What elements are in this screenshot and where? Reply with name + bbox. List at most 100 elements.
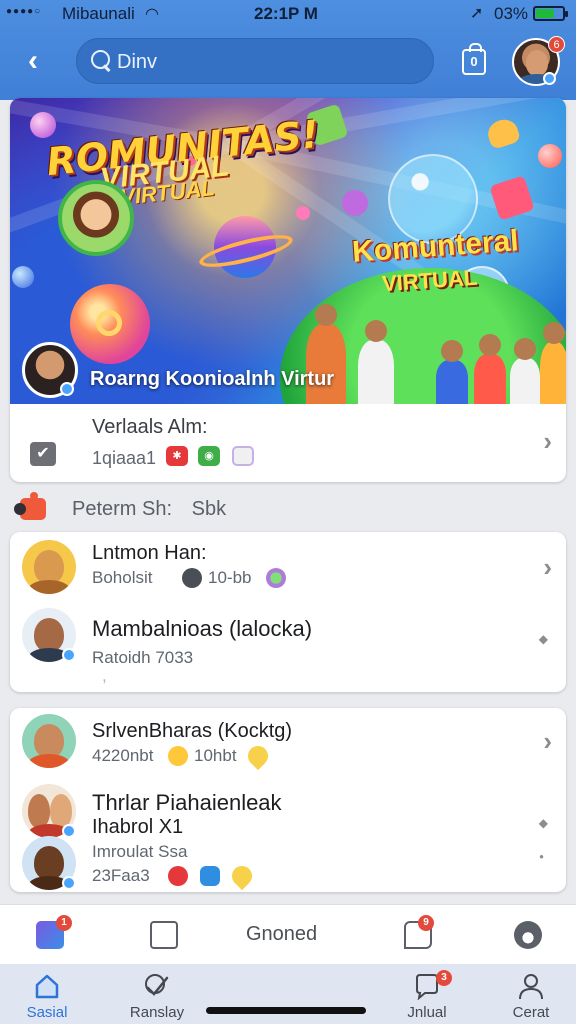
list-item-extra: , (102, 666, 107, 685)
avatar-face (34, 846, 64, 880)
action-label[interactable]: Gnoned (246, 923, 317, 946)
notification-badge: 3 (436, 970, 452, 986)
home-icon (33, 972, 61, 1000)
section-title: Peterm Sh: Sbk (72, 498, 227, 520)
bubble-icon (12, 266, 34, 288)
person-icon (517, 972, 545, 1000)
avatar (22, 714, 76, 768)
list-item[interactable]: SrlvenBharas (Kocktg) 4220nbt 10hbt › (10, 708, 566, 778)
carrier-name: Mibaunali (62, 4, 135, 23)
list-item[interactable]: Thrlar Piahaienleak Ihabrol X1 Imroulat … (10, 780, 566, 892)
chevron-right-icon[interactable]: › (543, 726, 552, 757)
person-figure (474, 334, 506, 404)
avatar-face (28, 794, 50, 828)
banner-sign: Komunteral (351, 224, 520, 269)
tab-label: Cerat (512, 1004, 550, 1021)
tab-ranking[interactable]: Ranslay (112, 964, 202, 1024)
check-badge-icon (143, 972, 171, 1000)
bottom-tab-bar: Sasial Ranslay 3 Jnlual Cerat (0, 964, 576, 1024)
action-bar: 1 Gnoned 9 (0, 904, 576, 964)
avatar-face (50, 794, 72, 828)
list-item[interactable]: Mambalnioas (lalocka) Ratoidh 7033 , ◆ (10, 604, 566, 692)
battery-percent: 03% (494, 4, 529, 23)
tab-create[interactable]: Cerat (486, 964, 576, 1024)
more-dot-icon[interactable]: ● (539, 852, 544, 861)
avatar-face (34, 618, 64, 652)
verified-icon (62, 824, 76, 838)
ring-icon (96, 310, 122, 336)
document-icon[interactable] (150, 921, 178, 949)
bag-icon[interactable]: 0 (462, 43, 486, 75)
status-time: 22:1P M (254, 4, 318, 23)
chat-icon: ◉ (198, 446, 220, 466)
reaction-count: 10-bb (208, 568, 252, 587)
notification-badge: 6 (548, 36, 565, 53)
list-item-meta: 23Faa3 (92, 866, 150, 885)
list-item[interactable]: Lntmon Han: Boholsit 10-bb › (10, 532, 566, 604)
list-item-subtitle: 4220nbt (92, 746, 154, 765)
tab-label: Sasial (26, 1004, 68, 1021)
location-arrow-icon: ➚ (470, 5, 484, 22)
info-title: Verlaals Alm: (92, 416, 208, 438)
app-header: ●●●●○ Mibaunali ◠ 22:1P M ➚ 03% ‹ Dinv 0… (0, 0, 576, 100)
list-item-title: Thrlar Piahaienleak (92, 790, 282, 815)
chevron-right-icon[interactable]: › (543, 552, 552, 583)
avatar-face (34, 724, 64, 758)
game-piece-icon (484, 116, 522, 150)
avatar-body (28, 754, 70, 768)
notification-badge: 9 (418, 915, 434, 931)
avatar (22, 540, 76, 594)
reaction-count: 10hbt (194, 746, 237, 765)
verified-icon (62, 876, 76, 890)
notification-badge: 1 (56, 915, 72, 931)
member-list-card: SrlvenBharas (Kocktg) 4220nbt 10hbt › Th… (10, 708, 566, 892)
tab-label: Jnlual (407, 1004, 447, 1021)
flag-icon: ✱ (166, 446, 188, 466)
media-icon (232, 446, 254, 466)
person-figure (358, 320, 394, 404)
verified-icon (62, 648, 76, 662)
signal-icon: ●●●●○ (6, 6, 42, 17)
avatar-face (34, 550, 64, 584)
profile-circle-icon[interactable] (514, 921, 542, 949)
list-item-title: SrlvenBharas (Kocktg) (92, 720, 293, 742)
search-icon (89, 49, 113, 73)
wifi-icon: ◠ (145, 6, 159, 23)
chevron-right-icon[interactable]: › (543, 426, 552, 457)
community-info-row[interactable]: ✔ Verlaals Alm: 1qiaaa1 ✱ ◉ › (10, 404, 566, 482)
community-banner-card[interactable]: ROMUNITAS! VIRTUAL VIRTUAL Komunteral VI… (10, 98, 566, 482)
avatar-body (28, 580, 70, 594)
back-chevron-icon[interactable]: ‹ (16, 44, 50, 78)
list-item-subtitle: Imroulat Ssa (92, 842, 188, 861)
heart-icon (243, 741, 273, 771)
tab-journal[interactable]: 3 Jnlual (382, 964, 472, 1024)
heart-icon (266, 568, 286, 588)
bubble-icon (30, 112, 56, 138)
list-item-title: Lntmon Han: (92, 542, 207, 564)
bubble-icon (538, 144, 562, 168)
tab-social[interactable]: Sasial (2, 964, 92, 1024)
angry-icon (168, 866, 188, 886)
person-figure (510, 338, 540, 404)
verified-icon (60, 382, 74, 396)
more-dot-icon[interactable]: ◆ (539, 632, 548, 646)
person-figure (306, 304, 346, 404)
community-name: Roarng Koonioalnh Virtur (90, 368, 335, 390)
person-figure (436, 340, 468, 404)
status-bar: ●●●●○ Mibaunali ◠ 22:1P M ➚ 03% (0, 0, 576, 28)
crowd-illustration (296, 274, 566, 404)
heart-icon (227, 861, 257, 891)
search-input[interactable]: Dinv (76, 38, 434, 84)
more-dot-icon[interactable]: ◆ (539, 816, 548, 830)
member-list-card: Lntmon Han: Boholsit 10-bb › Mambalnioas… (10, 532, 566, 692)
search-query: Dinv (117, 51, 158, 73)
home-indicator[interactable] (206, 1007, 366, 1014)
share-icon (200, 866, 220, 886)
banner-image: ROMUNITAS! VIRTUAL VIRTUAL Komunteral VI… (10, 98, 566, 404)
verified-icon (543, 72, 556, 85)
list-item-title: Mambalnioas (lalocka) (92, 616, 313, 641)
reaction-icon (182, 568, 202, 588)
sparkle-dot (296, 206, 310, 220)
list-item-subtitle: Boholsit (92, 568, 153, 587)
checkbox-icon: ✔ (30, 442, 56, 466)
